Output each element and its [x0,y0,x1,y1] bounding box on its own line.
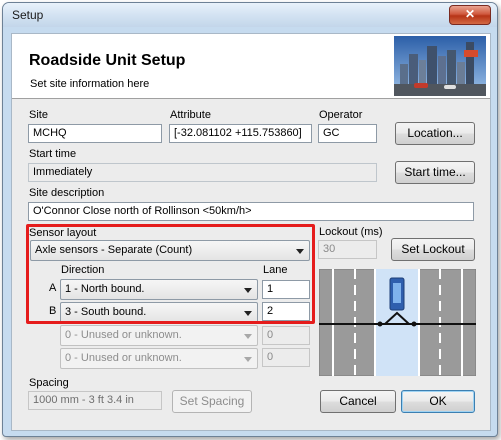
site-description-input[interactable]: O'Connor Close north of Rollinson <50km/… [28,202,474,221]
close-button[interactable]: ✕ [449,5,491,25]
chevron-down-icon [244,357,252,362]
lane-input-c[interactable]: 0 [262,326,310,345]
city-skyline-image [394,36,486,96]
start-time-field: Immediately [28,163,377,182]
operator-label: Operator [319,109,363,121]
site-description-label: Site description [29,187,105,199]
spacing-input[interactable]: 1000 mm - 3 ft 3.4 in [28,391,162,410]
dialog-client: Roadside Unit Setup Set site information… [11,33,491,431]
direction-dropdown-d[interactable]: 0 - Unused or unknown. [60,348,258,369]
set-spacing-button[interactable]: Set Spacing [172,390,252,413]
cancel-button[interactable]: Cancel [320,390,396,413]
site-label: Site [29,109,48,121]
attribute-input[interactable]: [-32.081102 +115.753860] [169,124,312,143]
attribute-label: Attribute [170,109,211,121]
site-input[interactable]: MCHQ [28,124,162,143]
lane-input-d[interactable]: 0 [262,348,310,367]
lockout-label: Lockout (ms) [319,226,383,238]
operator-input[interactable]: GC [318,124,377,143]
lockout-input[interactable]: 30 [318,240,377,259]
setup-window: Setup ✕ Roadside Unit Setup Set site inf… [2,2,498,437]
location-button[interactable]: Location... [395,122,475,145]
banner-title: Roadside Unit Setup [29,52,186,69]
sensor-highlight-box [26,224,315,324]
chevron-down-icon [244,334,252,339]
ok-button[interactable]: OK [401,390,475,413]
road-layout-diagram [319,269,476,376]
title-bar[interactable]: Setup ✕ [3,3,497,27]
header-banner: Roadside Unit Setup Set site information… [12,34,490,99]
direction-value-c: 0 - Unused or unknown. [65,329,182,341]
window-title: Setup [12,8,44,22]
direction-value-d: 0 - Unused or unknown. [65,352,182,364]
spacing-label: Spacing [29,377,69,389]
close-icon: ✕ [464,7,476,21]
direction-dropdown-c[interactable]: 0 - Unused or unknown. [60,325,258,346]
start-time-button[interactable]: Start time... [395,161,475,184]
banner-subtitle: Set site information here [30,78,150,90]
set-lockout-button[interactable]: Set Lockout [391,238,475,261]
start-time-label: Start time [29,148,77,160]
